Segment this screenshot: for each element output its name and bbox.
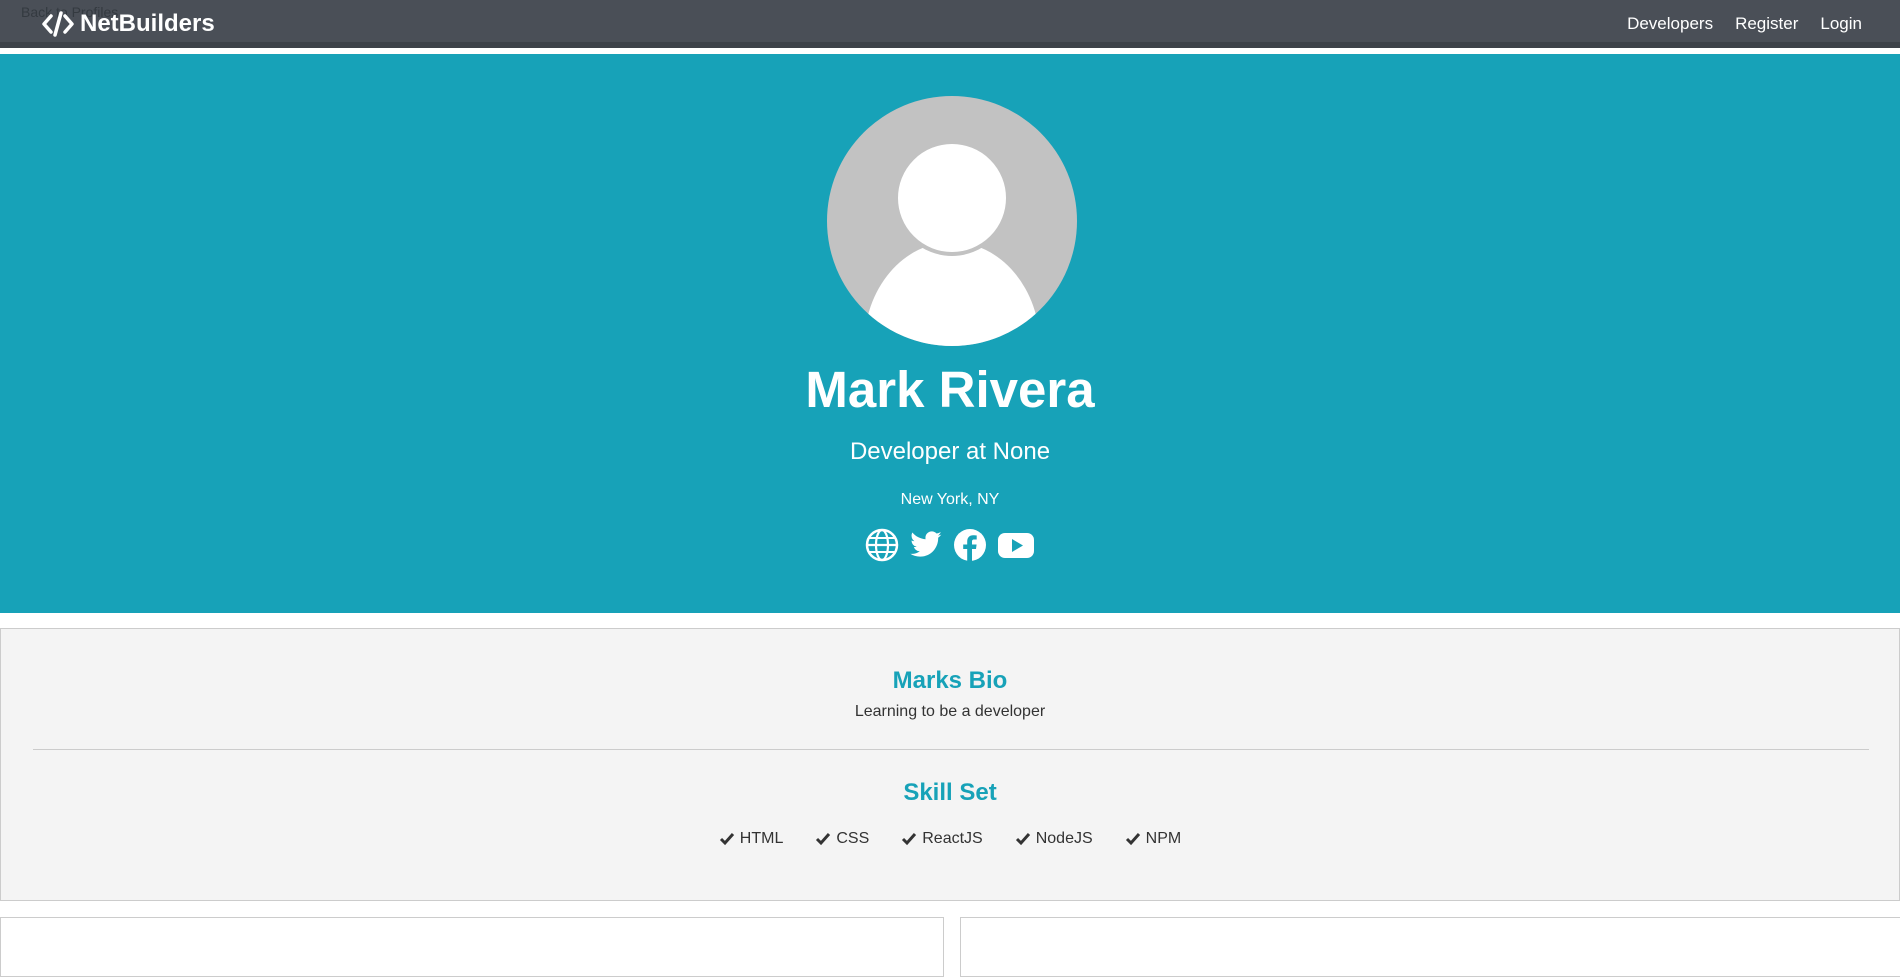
skill-label: HTML [739,830,784,847]
check-icon [1125,833,1140,846]
bio-text: Learning to be a developer [854,703,1046,720]
skill-label: ReactJS [922,830,983,847]
bio-title: Marks Bio [892,667,1008,694]
brand-logo[interactable]: NetBuilders [42,9,215,39]
facebook-icon[interactable] [953,528,987,567]
check-icon [719,833,734,846]
profile-top: Mark Rivera Developer at None New York, … [0,54,1900,613]
social-links [0,528,1900,567]
nav-register[interactable]: Register [1735,14,1798,34]
profile-location: New York, NY [900,491,1000,508]
profile-name: Mark Rivera [805,361,1095,418]
skill-item: ReactJS [901,830,983,848]
profile-about: Marks Bio Learning to be a developer Ski… [0,628,1900,901]
skill-item: NPM [1125,830,1182,848]
check-icon [1015,833,1030,846]
globe-icon[interactable] [865,528,899,567]
check-icon [816,833,831,846]
code-icon [42,11,74,37]
skill-list: HTML CSS ReactJS NodeJS NPM [1,830,1899,848]
youtube-icon[interactable] [997,528,1035,567]
profile-education-card [960,917,1900,977]
skill-item: HTML [719,830,784,848]
avatar [827,96,1077,346]
skills-title: Skill Set [903,779,997,806]
check-icon [902,833,917,846]
nav-links: Developers Register Login [1627,14,1862,34]
skill-item: NodeJS [1015,830,1093,848]
skill-label: NPM [1145,830,1182,847]
twitter-icon[interactable] [909,528,943,567]
nav-developers[interactable]: Developers [1627,14,1713,34]
profile-experience-card [0,917,944,977]
nav-login[interactable]: Login [1820,14,1862,34]
skill-item: CSS [815,830,869,848]
navbar: Back to Profiles NetBuilders Developers … [0,0,1900,48]
skill-label: CSS [836,830,870,847]
profile-status: Developer at None [849,438,1051,465]
user-placeholder-icon [864,140,1040,346]
divider [33,749,1869,750]
brand-name: NetBuilders [80,10,215,37]
skill-label: NodeJS [1035,830,1093,847]
